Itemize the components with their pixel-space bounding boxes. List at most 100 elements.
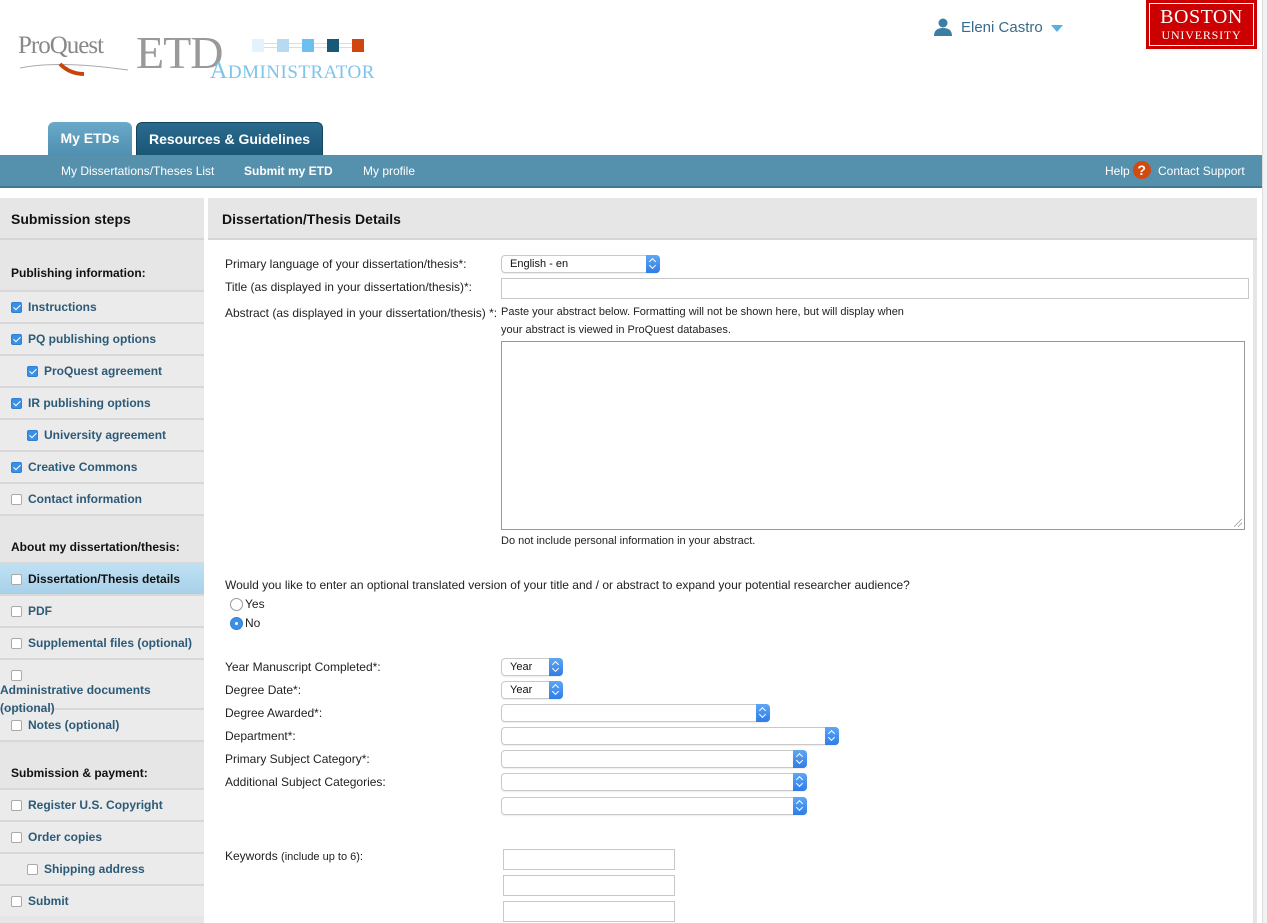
tab-my-etds[interactable]: My ETDs [48, 122, 132, 155]
details-form: Primary language of your dissertation/th… [208, 240, 1257, 923]
contact-support-link[interactable]: Contact Support [1158, 164, 1245, 178]
step-creative-commons[interactable]: Creative Commons [0, 450, 204, 482]
keyword-input-2[interactable] [503, 875, 675, 896]
sidebar-section-heading: Publishing information: [11, 266, 146, 280]
step-contact-information[interactable]: Contact information [0, 482, 204, 514]
title-input[interactable] [501, 278, 1249, 299]
help-question-icon: ? [1132, 161, 1151, 180]
step-label: Contact information [28, 492, 142, 506]
checkbox-checked-icon[interactable] [27, 429, 38, 441]
proquest-etd-administrator-logo[interactable]: ProQuest ETD Administrator [18, 26, 378, 86]
degree-awarded-select[interactable] [501, 704, 770, 722]
keyword-input-3[interactable] [503, 901, 675, 922]
tab-resources-guidelines[interactable]: Resources & Guidelines [136, 122, 324, 155]
abstract-help-text: your abstract is viewed in ProQuest data… [501, 324, 731, 336]
sub-navigation: My Dissertations/Theses List Submit my E… [0, 155, 1262, 188]
checkbox-unchecked-icon[interactable] [11, 799, 22, 811]
step-register-copyright[interactable]: Register U.S. Copyright [0, 788, 204, 820]
nav-my-dissertations-list[interactable]: My Dissertations/Theses List [61, 164, 214, 178]
select-arrows-icon [825, 727, 839, 745]
submission-steps-sidebar: Submission steps Publishing information:… [0, 198, 204, 923]
step-proquest-agreement[interactable]: ProQuest agreement [0, 354, 204, 386]
checkbox-unchecked-icon[interactable] [11, 573, 22, 585]
checkbox-unchecked-icon[interactable] [11, 605, 22, 617]
additional-subjects-label: Additional Subject Categories: [225, 775, 386, 789]
step-administrative-documents[interactable]: Administrative documents (optional) [0, 658, 204, 715]
translation-question: Would you like to enter an optional tran… [225, 578, 910, 592]
step-shipping-address[interactable]: Shipping address [0, 852, 204, 884]
resize-grip-icon[interactable] [1234, 519, 1242, 527]
proquest-wordmark: ProQuest [18, 32, 104, 59]
step-label: PQ publishing options [28, 332, 156, 346]
language-select[interactable]: English - en [501, 255, 660, 273]
abstract-textarea[interactable] [501, 341, 1245, 530]
checkbox-unchecked-icon[interactable] [11, 670, 22, 681]
checkbox-unchecked-icon[interactable] [11, 895, 22, 907]
select-arrows-icon [756, 704, 770, 722]
primary-subject-select[interactable] [501, 750, 807, 768]
step-instructions[interactable]: Instructions [0, 290, 204, 322]
checkbox-checked-icon[interactable] [27, 365, 38, 377]
step-ir-publishing-options[interactable]: IR publishing options [0, 386, 204, 418]
checkbox-unchecked-icon[interactable] [27, 863, 38, 875]
checkbox-checked-icon[interactable] [11, 461, 22, 473]
step-dissertation-details[interactable]: Dissertation/Thesis details [0, 562, 204, 594]
checkbox-unchecked-icon[interactable] [11, 719, 22, 731]
nav-submit-my-etd[interactable]: Submit my ETD [244, 164, 333, 178]
sidebar-section-heading: Submission & payment: [0, 740, 204, 788]
language-value: English - en [510, 258, 569, 270]
radio-label: Yes [245, 597, 265, 611]
select-arrows-icon [793, 773, 807, 791]
checkbox-unchecked-icon[interactable] [11, 637, 22, 649]
step-pdf[interactable]: PDF [0, 594, 204, 626]
step-label: Shipping address [44, 862, 145, 876]
user-icon [934, 18, 952, 36]
sidebar-title: Submission steps [0, 198, 204, 240]
step-submit[interactable]: Submit [0, 884, 204, 916]
step-label: Dissertation/Thesis details [28, 572, 181, 586]
keywords-hint: (include up to 6): [281, 851, 363, 863]
scrollbar-track[interactable] [1262, 0, 1267, 923]
nav-my-profile[interactable]: My profile [363, 164, 415, 178]
step-university-agreement[interactable]: University agreement [0, 418, 204, 450]
degree-date-select[interactable]: Year [501, 681, 563, 699]
boston-university-logo[interactable]: BOSTON UNIVERSITY [1146, 0, 1257, 49]
select-arrows-icon [793, 750, 807, 768]
year-completed-select[interactable]: Year [501, 658, 563, 676]
department-label: Department*: [225, 729, 296, 743]
additional-subject-select-2[interactable] [501, 797, 807, 815]
department-select[interactable] [501, 727, 839, 745]
checkbox-checked-icon[interactable] [11, 301, 22, 313]
select-arrows-icon [793, 797, 807, 815]
page-title: Dissertation/Thesis Details [208, 198, 1257, 240]
keywords-label: Keywords (include up to 6): [225, 849, 363, 863]
title-label: Title (as displayed in your dissertation… [225, 280, 472, 294]
select-arrows-icon [549, 658, 563, 676]
step-label: Supplemental files (optional) [28, 636, 193, 650]
step-label: PDF [28, 604, 52, 618]
checkbox-checked-icon[interactable] [11, 397, 22, 409]
abstract-help-text: Paste your abstract below. Formatting wi… [501, 306, 904, 318]
keyword-input-1[interactable] [503, 849, 675, 870]
checkbox-unchecked-icon[interactable] [11, 831, 22, 843]
step-supplemental-files[interactable]: Supplemental files (optional) [0, 626, 204, 658]
radio-selected-icon[interactable] [230, 616, 243, 630]
radio-unselected-icon[interactable] [230, 597, 243, 611]
university-logo-line1: BOSTON [1160, 6, 1243, 28]
translation-no-radio[interactable]: No [230, 616, 260, 630]
step-label: Register U.S. Copyright [28, 798, 163, 812]
chevron-down-icon [1050, 24, 1063, 32]
user-menu[interactable]: Eleni Castro [933, 17, 1063, 37]
user-name: Eleni Castro [961, 18, 1043, 36]
degree-date-label: Degree Date*: [225, 683, 302, 697]
step-label: Instructions [28, 300, 97, 314]
step-pq-publishing-options[interactable]: PQ publishing options [0, 322, 204, 354]
additional-subject-select-1[interactable] [501, 773, 807, 791]
checkbox-checked-icon[interactable] [11, 333, 22, 345]
step-order-copies[interactable]: Order copies [0, 820, 204, 852]
step-label: Order copies [28, 830, 103, 844]
checkbox-unchecked-icon[interactable] [11, 493, 22, 505]
help-link[interactable]: Help? [1105, 161, 1151, 180]
degree-date-value: Year [510, 684, 533, 696]
translation-yes-radio[interactable]: Yes [230, 597, 265, 611]
